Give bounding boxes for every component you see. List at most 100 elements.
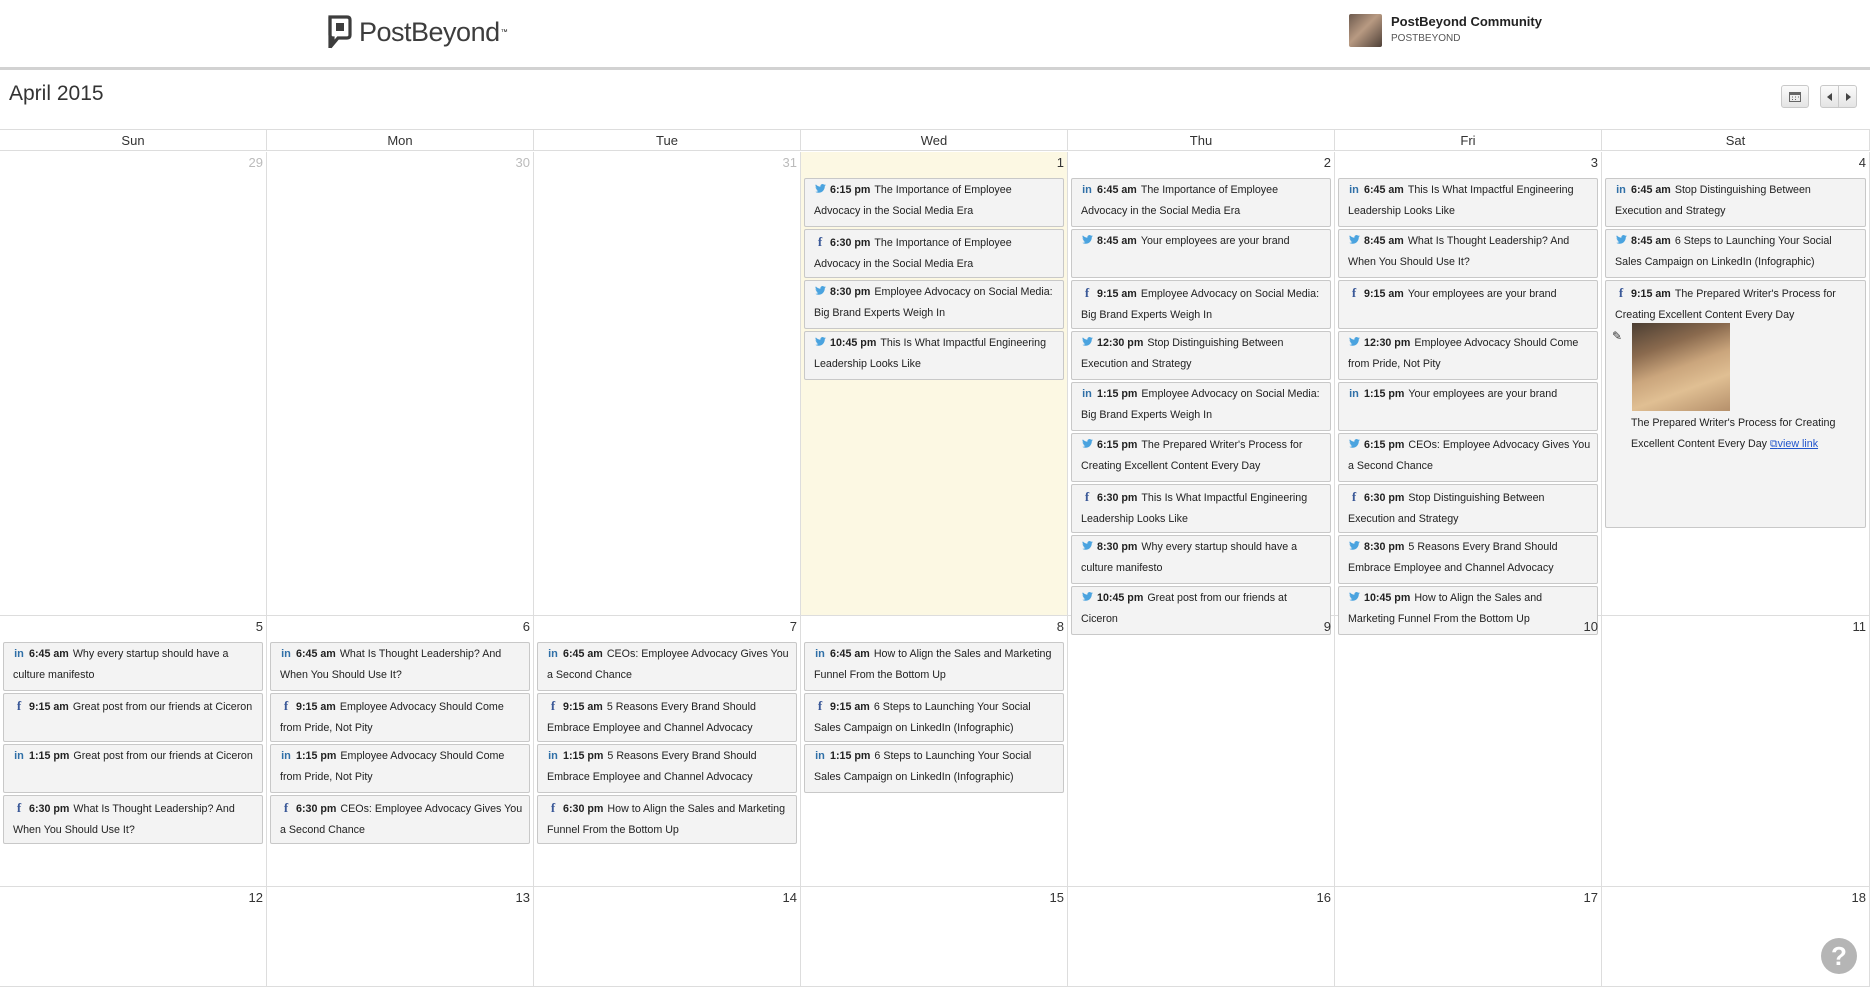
scheduled-post[interactable]: in 1:15 pm Great post from our friends at … [3,744,263,793]
day-cell[interactable]: 11 [1602,616,1870,887]
post-time: 6:30 pm [563,803,604,815]
postbeyond-logo[interactable]: PostBeyond ™ [327,14,508,50]
scheduled-post[interactable]: f 9:15 am 5 Reasons Every Brand Should Emb… [537,693,797,742]
post-time: 9:15 am [563,701,603,713]
scheduled-post[interactable]: in 6:45 am How to Align the Sales and Mark… [804,642,1064,691]
scheduled-post[interactable]: in 6:45 am Why every startup should have a… [3,642,263,691]
post-thumbnail [1632,323,1730,411]
scheduled-post[interactable]: 8:30 pm Employee Advocacy on Social Media… [804,280,1064,329]
scheduled-post[interactable]: in 1:15 pm Your employees are your brand [1338,382,1598,431]
weekday-header-sun: Sun [0,130,267,151]
facebook-icon: f [1351,489,1357,504]
scheduled-post[interactable]: f 9:15 am The Prepared Writer's Process fo… [1605,280,1866,528]
post-time: 6:15 pm [1097,439,1138,451]
help-button[interactable]: ? [1821,938,1857,974]
avatar[interactable] [1349,14,1382,47]
day-cell[interactable]: 1 6:15 pm The Importance of Employee Advoc… [801,152,1068,616]
scheduled-post[interactable]: f 6:30 pm What Is Thought Leadership? And … [3,795,263,844]
facebook-icon: f [16,800,22,815]
day-cell[interactable]: 9 [1068,616,1335,887]
weekday-header-tue: Tue [534,130,801,151]
post-time: 6:45 am [1097,184,1137,196]
linkedin-icon: in [815,648,825,660]
day-cell[interactable]: 30 [267,152,534,616]
scheduled-post[interactable]: f 6:30 pm The Importance of Employee Advoc… [804,229,1064,278]
view-link-label[interactable]: view link [1778,438,1818,450]
day-cell[interactable]: 16 [1068,887,1335,987]
day-cell[interactable]: 10 [1335,616,1602,887]
prev-month-button[interactable] [1820,85,1839,108]
scheduled-post[interactable]: in 6:45 am This Is What Impactful Engineer… [1338,178,1598,227]
day-cell[interactable]: 7 in 6:45 am CEOs: Employee Advocacy Gives … [534,616,801,887]
scheduled-post[interactable]: f 9:15 am Great post from our friends at C… [3,693,263,742]
scheduled-post[interactable]: 6:15 pm CEOs: Employee Advocacy Gives You… [1338,433,1598,482]
scheduled-post[interactable]: f 9:15 am Employee Advocacy Should Come fr… [270,693,530,742]
scheduled-post[interactable]: 8:45 am 6 Steps to Launching Your Social … [1605,229,1866,278]
scheduled-post[interactable]: f 6:30 pm This Is What Impactful Engineeri… [1071,484,1331,533]
post-time: 1:15 pm [1097,388,1138,400]
scheduled-post[interactable]: in 1:15 pm 5 Reasons Every Brand Should Em… [537,744,797,793]
scheduled-post[interactable]: f 9:15 am Your employees are your brand [1338,280,1598,329]
next-month-button[interactable] [1838,85,1857,108]
scheduled-post[interactable]: 10:45 pm This Is What Impactful Engineeri… [804,331,1064,380]
day-cell[interactable]: 3 in 6:45 am This Is What Impactful Enginee… [1335,152,1602,635]
day-cell[interactable]: 13 [267,887,534,987]
edit-pencil-icon[interactable]: ✎ [1612,326,1622,347]
day-cell[interactable]: 31 [534,152,801,616]
post-time: 9:15 am [1364,288,1404,300]
chevron-left-icon [1826,92,1832,101]
scheduled-post[interactable]: f 6:30 pm CEOs: Employee Advocacy Gives Yo… [270,795,530,844]
scheduled-post[interactable]: 8:45 am Your employees are your brand [1071,229,1331,278]
scheduled-post[interactable]: 8:30 pm 5 Reasons Every Brand Should Embr… [1338,535,1598,584]
scheduled-post[interactable]: 8:45 am What Is Thought Leadership? And W… [1338,229,1598,278]
day-number: 17 [1583,890,1598,905]
account-name[interactable]: PostBeyond Community [1391,14,1542,30]
scheduled-post[interactable]: in 1:15 pm Employee Advocacy Should Come f… [270,744,530,793]
scheduled-post[interactable]: 12:30 pm Employee Advocacy Should Come fr… [1338,331,1598,380]
logo-trademark: ™ [500,28,508,36]
scheduled-post[interactable]: in 6:45 am What Is Thought Leadership? And… [270,642,530,691]
twitter-icon [814,282,826,303]
day-number: 15 [1049,890,1064,905]
day-cell[interactable]: 6 in 6:45 am What Is Thought Leadership? An… [267,616,534,887]
post-time: 6:45 am [29,648,69,660]
account-menu[interactable]: PostBeyond Community POSTBEYOND [1349,14,1542,47]
day-cell[interactable]: 29 [0,152,267,616]
scheduled-post[interactable]: in 6:45 am Stop Distinguishing Between Exe… [1605,178,1866,227]
weekday-header-sat: Sat [1602,130,1870,151]
scheduled-post[interactable]: 12:30 pm Stop Distinguishing Between Exec… [1071,331,1331,380]
top-bar: PostBeyond ™ PostBeyond Community POSTBEY… [0,0,1870,70]
scheduled-post[interactable]: f 6:30 pm How to Align the Sales and Marke… [537,795,797,844]
day-number: 14 [782,890,797,905]
scheduled-post[interactable]: f 9:15 am Employee Advocacy on Social Medi… [1071,280,1331,329]
day-cell[interactable]: 5 in 6:45 am Why every startup should have … [0,616,267,887]
day-cell[interactable]: 8 in 6:45 am How to Align the Sales and Mar… [801,616,1068,887]
linkedin-icon: in [281,648,291,660]
twitter-icon [1615,231,1627,252]
post-time: 9:15 am [830,701,870,713]
view-link[interactable]: ⧉view link [1770,438,1818,450]
scheduled-post[interactable]: 8:30 pm Why every startup should have a c… [1071,535,1331,584]
scheduled-post[interactable]: 6:15 pm The Prepared Writer's Process for… [1071,433,1331,482]
day-cell[interactable]: 12 [0,887,267,987]
scheduled-post[interactable]: 6:15 pm The Importance of Employee Advoca… [804,178,1064,227]
day-cell[interactable]: 17 [1335,887,1602,987]
post-time: 9:15 am [1631,288,1671,300]
post-time: 8:45 am [1097,235,1137,247]
day-cell[interactable]: 15 [801,887,1068,987]
scheduled-post[interactable]: in 1:15 pm Employee Advocacy on Social Med… [1071,382,1331,431]
day-number: 29 [248,155,263,170]
day-cell[interactable]: 4 in 6:45 am Stop Distinguishing Between Ex… [1602,152,1870,616]
post-time: 1:15 pm [296,750,337,762]
scheduled-post[interactable]: in 6:45 am The Importance of Employee Advo… [1071,178,1331,227]
day-cell[interactable]: 14 [534,887,801,987]
post-time: 12:30 pm [1097,337,1144,349]
calendar-picker-button[interactable] [1781,85,1809,108]
day-number: 1 [1056,155,1064,170]
scheduled-post[interactable]: f 9:15 am 6 Steps to Launching Your Social… [804,693,1064,742]
scheduled-post[interactable]: f 6:30 pm Stop Distinguishing Between Exec… [1338,484,1598,533]
facebook-icon: f [550,698,556,713]
day-cell[interactable]: 2 in 6:45 am The Importance of Employee Adv… [1068,152,1335,635]
scheduled-post[interactable]: in 6:45 am CEOs: Employee Advocacy Gives Y… [537,642,797,691]
scheduled-post[interactable]: in 1:15 pm 6 Steps to Launching Your Socia… [804,744,1064,793]
